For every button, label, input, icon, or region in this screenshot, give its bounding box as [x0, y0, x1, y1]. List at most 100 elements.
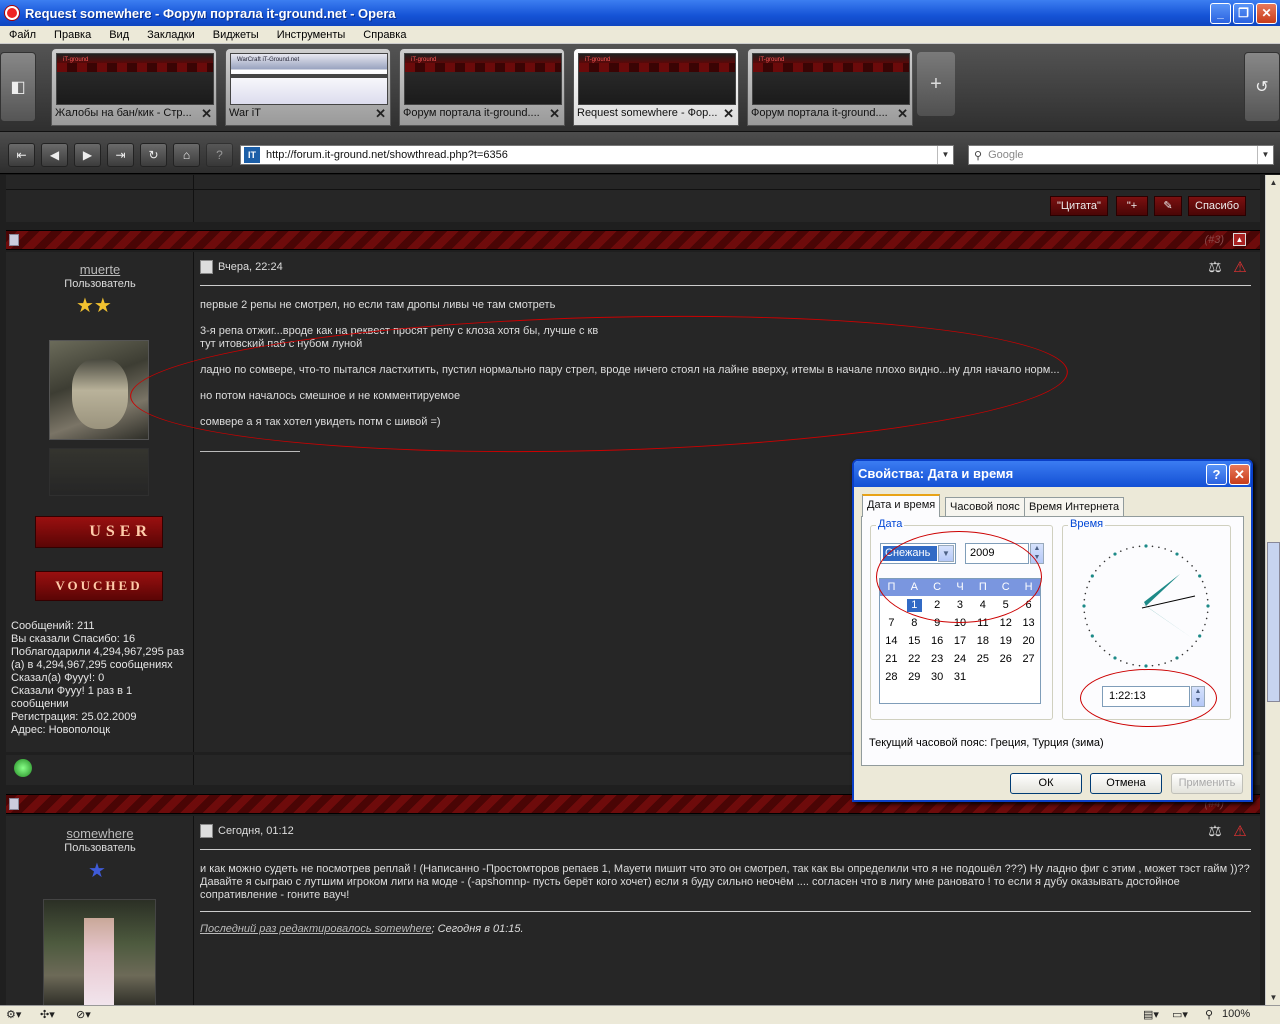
close-tab-icon[interactable]: ✕: [375, 106, 386, 122]
calendar-day[interactable]: 13: [1017, 617, 1040, 630]
address-field[interactable]: IT http://forum.it-ground.net/showthread…: [240, 145, 954, 165]
menu-help[interactable]: Справка: [354, 29, 415, 41]
post-number[interactable]: (#3): [1204, 234, 1224, 246]
rewind-button[interactable]: ⇤: [8, 143, 35, 167]
scroll-down-icon[interactable]: ▼: [1267, 990, 1280, 1005]
help-button[interactable]: ?: [1206, 464, 1227, 485]
search-engine-dropdown-icon[interactable]: ▼: [1257, 146, 1273, 164]
calendar-day[interactable]: 8: [903, 617, 926, 630]
close-tab-icon[interactable]: ✕: [201, 106, 212, 122]
clock-tick: [1086, 623, 1088, 626]
multiquote-button[interactable]: "+: [1116, 196, 1148, 216]
calendar-day[interactable]: 15: [903, 635, 926, 648]
calendar-day[interactable]: 22: [903, 653, 926, 666]
address-url: http://forum.it-ground.net/showthread.ph…: [266, 149, 508, 161]
address-dropdown-icon[interactable]: ▼: [937, 146, 953, 164]
new-tab-button[interactable]: +: [917, 52, 955, 116]
tab-internet-time[interactable]: Время Интернета: [1024, 497, 1125, 516]
clock-tick: [1083, 611, 1086, 614]
tab-request-somewhere[interactable]: Request somewhere - Фор... ✕: [573, 48, 739, 126]
clock-tick: [1181, 653, 1184, 656]
menu-edit[interactable]: Правка: [45, 29, 100, 41]
calendar-day[interactable]: 18: [971, 635, 994, 648]
ok-button[interactable]: ОК: [1010, 773, 1082, 794]
unite-icon[interactable]: ⊘▾: [76, 1008, 91, 1021]
post-username[interactable]: muerte: [6, 262, 194, 277]
calendar-day[interactable]: 26: [994, 653, 1017, 666]
tab-thumbnail: [578, 53, 736, 105]
calendar-day[interactable]: 24: [949, 653, 972, 666]
minimize-button[interactable]: _: [1210, 3, 1231, 24]
search-field[interactable]: ⚲ Google ▼: [968, 145, 1274, 165]
calendar-day[interactable]: 23: [926, 653, 949, 666]
fast-forward-button[interactable]: ⇥: [107, 143, 134, 167]
report-warning-icon[interactable]: ⚠: [1231, 259, 1249, 277]
calendar-day[interactable]: 14: [880, 635, 903, 648]
calendar-day[interactable]: 30: [926, 671, 949, 684]
page-icon[interactable]: ▤▾: [1143, 1008, 1159, 1021]
menu-view[interactable]: Вид: [100, 29, 138, 41]
tab-date-time[interactable]: Дата и время: [862, 494, 941, 517]
post-username[interactable]: somewhere: [6, 826, 194, 841]
back-button[interactable]: ◀: [41, 143, 68, 167]
menu-tools[interactable]: Инструменты: [268, 29, 355, 41]
tools-icon[interactable]: ⚙▾: [6, 1008, 21, 1021]
calendar-day[interactable]: 16: [926, 635, 949, 648]
vertical-scrollbar[interactable]: ▲ ▼: [1265, 175, 1280, 1005]
clock-tick: [1204, 623, 1206, 626]
clock-tick: [1170, 660, 1173, 662]
calendar-day[interactable]: 27: [1017, 653, 1040, 666]
document-icon: [200, 824, 213, 838]
maximize-button[interactable]: ❐: [1233, 3, 1254, 24]
tab-forum-1[interactable]: Форум портала it-ground.... ✕: [399, 48, 565, 126]
close-tab-icon[interactable]: ✕: [723, 106, 734, 122]
menu-widgets[interactable]: Виджеты: [204, 29, 268, 41]
apply-button[interactable]: Применить: [1171, 773, 1243, 794]
minute-hand: [1140, 602, 1192, 638]
tab-forum-2[interactable]: Форум портала it-ground.... ✕: [747, 48, 913, 126]
scroll-up-icon[interactable]: ▲: [1267, 175, 1280, 190]
clock-tick: [1158, 546, 1160, 549]
calendar-day[interactable]: 17: [949, 635, 972, 648]
close-dialog-button[interactable]: ✕: [1229, 464, 1250, 485]
user-stats: Сообщений: 211 Вы сказали Спасибо: 16 По…: [11, 620, 184, 736]
clock-tick: [1108, 653, 1111, 656]
reputation-scales-icon[interactable]: ⚖: [1206, 823, 1224, 841]
post-date: Вчера, 22:24: [200, 260, 283, 274]
scrollbar-thumb[interactable]: [1267, 542, 1280, 702]
calendar-day[interactable]: 31: [949, 671, 972, 684]
close-tab-icon[interactable]: ✕: [897, 106, 908, 122]
quote-button[interactable]: "Цитата": [1050, 196, 1108, 216]
reputation-scales-icon[interactable]: ⚖: [1206, 259, 1224, 277]
calendar-day[interactable]: 29: [903, 671, 926, 684]
menu-file[interactable]: Файл: [0, 29, 45, 41]
calendar-day[interactable]: 20: [1017, 635, 1040, 648]
tab-war-it[interactable]: War iT ✕: [225, 48, 391, 126]
hour-hand: [1144, 574, 1180, 606]
network-icon[interactable]: ✣▾: [40, 1008, 55, 1021]
calendar-day[interactable]: 12: [994, 617, 1017, 630]
calendar-day[interactable]: 25: [971, 653, 994, 666]
view-icon[interactable]: ▭▾: [1172, 1008, 1188, 1021]
panel-toggle-button[interactable]: ◧: [0, 52, 36, 122]
calendar-day[interactable]: 28: [880, 671, 903, 684]
calendar-day[interactable]: 7: [880, 617, 903, 630]
thanks-button[interactable]: Спасибо: [1188, 196, 1247, 216]
zoom-level[interactable]: 100%: [1222, 1008, 1250, 1020]
reload-button[interactable]: ↻: [140, 143, 167, 167]
home-button[interactable]: ⌂: [173, 143, 200, 167]
calendar-day[interactable]: 21: [880, 653, 903, 666]
collapse-icon[interactable]: ▲: [1233, 233, 1246, 246]
tab-complaints[interactable]: Жалобы на бан/кик - Стр... ✕: [51, 48, 217, 126]
close-tab-icon[interactable]: ✕: [549, 106, 560, 122]
close-window-button[interactable]: ✕: [1256, 3, 1277, 24]
calendar-day[interactable]: 19: [994, 635, 1017, 648]
report-warning-icon[interactable]: ⚠: [1231, 823, 1249, 841]
trash-closed-tabs-button[interactable]: ↺: [1244, 52, 1280, 122]
forward-button[interactable]: ▶: [74, 143, 101, 167]
tab-timezone[interactable]: Часовой пояс: [945, 497, 1025, 516]
edit-icon[interactable]: ✎: [1154, 196, 1182, 216]
edited-link[interactable]: Последний раз редактировалось somewhere: [200, 923, 432, 935]
menu-bookmarks[interactable]: Закладки: [138, 29, 204, 41]
cancel-button[interactable]: Отмена: [1090, 773, 1162, 794]
